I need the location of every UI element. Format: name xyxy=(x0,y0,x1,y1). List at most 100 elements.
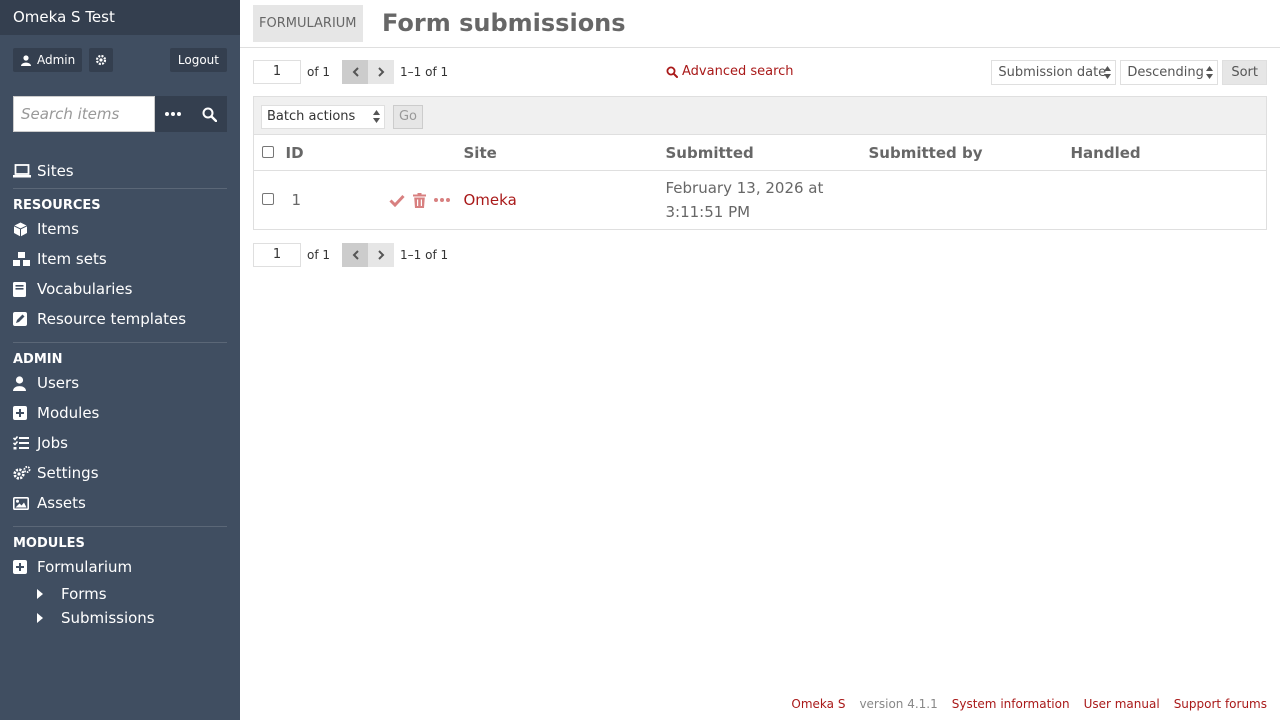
select-arrows-icon xyxy=(373,110,380,123)
column-submitted-by: Submitted by xyxy=(868,134,1071,171)
row-submitted-by xyxy=(869,171,1071,230)
nav-items[interactable]: Items xyxy=(13,214,227,244)
row-handled xyxy=(1071,171,1267,230)
nav-vocabularies-label: Vocabularies xyxy=(37,280,133,298)
page-total: of 1 xyxy=(307,65,331,79)
nav-formularium[interactable]: Formularium xyxy=(13,552,227,582)
main-navigation: Sites Resources Items Item sets Vocabula… xyxy=(13,156,227,630)
row-site-link[interactable]: Omeka xyxy=(464,191,517,209)
logout-button[interactable]: Logout xyxy=(169,48,227,72)
gear-icon xyxy=(95,54,107,66)
nav-assets[interactable]: Assets xyxy=(13,488,227,518)
batch-go-button[interactable]: Go xyxy=(393,105,423,129)
nav-resource-templates-label: Resource templates xyxy=(37,310,187,328)
column-id: ID xyxy=(285,134,464,171)
cogs-icon xyxy=(13,465,31,480)
row-submitted-time: 3:11:51 PM xyxy=(665,203,751,221)
select-all-checkbox[interactable] xyxy=(262,145,274,158)
footer-support-forums-link[interactable]: Support forums xyxy=(1174,697,1267,711)
ellipsis-icon xyxy=(165,112,181,116)
chevron-right-icon xyxy=(377,250,384,260)
nav-resource-templates[interactable]: Resource templates xyxy=(13,304,227,334)
nav-sites-label: Sites xyxy=(37,162,74,180)
footer-system-info-link[interactable]: System information xyxy=(952,697,1070,711)
nav-heading-admin: Admin xyxy=(13,342,227,368)
nav-heading-modules: Modules xyxy=(13,526,227,552)
sort-controls: Submission date Descending Sort xyxy=(991,60,1267,85)
caret-right-icon xyxy=(37,613,43,623)
previous-page-button[interactable] xyxy=(342,60,369,84)
main-content: FORMULARIUM Form submissions 1 of 1 1–1 … xyxy=(240,0,1280,720)
result-range: 1–1 of 1 xyxy=(400,248,449,262)
nav-users[interactable]: Users xyxy=(13,368,227,398)
nav-submissions[interactable]: Submissions xyxy=(13,606,227,630)
page-title: Form submissions xyxy=(382,9,626,37)
nav-assets-label: Assets xyxy=(37,494,86,512)
plus-square-icon xyxy=(13,560,27,574)
table-header-row: ID Site Submitted Submitted by Handled xyxy=(253,134,1267,171)
page-number-input[interactable]: 1 xyxy=(253,60,301,84)
nav-forms-label: Forms xyxy=(61,585,107,603)
search-options-button[interactable] xyxy=(155,96,191,132)
footer-brand-link[interactable]: Omeka S xyxy=(791,697,845,711)
next-page-button[interactable] xyxy=(368,60,395,84)
result-range: 1–1 of 1 xyxy=(400,65,449,79)
nav-formularium-label: Formularium xyxy=(37,558,133,576)
check-icon[interactable] xyxy=(388,194,405,207)
sort-by-value: Submission date xyxy=(998,65,1107,80)
pagination-top: 1 of 1 1–1 of 1 xyxy=(253,60,448,84)
nav-forms[interactable]: Forms xyxy=(13,582,227,606)
module-badge: FORMULARIUM xyxy=(253,5,363,42)
search-submit-button[interactable] xyxy=(191,96,227,132)
nav-submissions-label: Submissions xyxy=(61,609,155,627)
row-submitted-date: February 13, 2026 at xyxy=(665,179,824,197)
image-icon xyxy=(13,496,29,510)
chevron-left-icon xyxy=(352,67,359,77)
user-button[interactable]: Admin xyxy=(13,48,83,72)
batch-actions-select[interactable]: Batch actions xyxy=(261,105,385,129)
search-input[interactable] xyxy=(13,96,155,132)
nav-settings[interactable]: Settings xyxy=(13,458,227,488)
sort-order-select[interactable]: Descending xyxy=(1120,60,1219,85)
column-handled: Handled xyxy=(1070,134,1267,171)
advanced-search-link[interactable]: Advanced search xyxy=(666,64,794,79)
advanced-search-label: Advanced search xyxy=(682,64,794,79)
nav-modules[interactable]: Modules xyxy=(13,398,227,428)
user-settings-button[interactable] xyxy=(89,48,113,72)
trash-icon[interactable] xyxy=(412,192,426,208)
user-icon xyxy=(13,375,26,391)
column-site: Site xyxy=(463,134,666,171)
ellipsis-icon[interactable] xyxy=(433,198,450,202)
next-page-button[interactable] xyxy=(368,243,395,267)
nav-vocabularies[interactable]: Vocabularies xyxy=(13,274,227,304)
tasks-icon xyxy=(13,436,29,450)
nav-jobs-label: Jobs xyxy=(37,434,68,452)
pagination-bottom: 1 of 1 1–1 of 1 xyxy=(253,243,448,267)
previous-page-button[interactable] xyxy=(342,243,369,267)
sidebar: Omeka S Test Admin Logout Sites Resource… xyxy=(0,0,240,720)
submissions-table: ID Site Submitted Submitted by Handled 1 xyxy=(253,134,1267,230)
nav-settings-label: Settings xyxy=(37,464,99,482)
nav-sites[interactable]: Sites xyxy=(13,156,227,186)
site-title-link[interactable]: Omeka S Test xyxy=(0,0,240,35)
user-icon xyxy=(21,54,31,66)
page-total: of 1 xyxy=(307,248,331,262)
column-submitted: Submitted xyxy=(665,134,869,171)
nav-jobs[interactable]: Jobs xyxy=(13,428,227,458)
row-checkbox[interactable] xyxy=(262,193,274,205)
cubes-icon xyxy=(13,251,30,266)
sort-button[interactable]: Sort xyxy=(1222,60,1267,85)
sort-by-select[interactable]: Submission date xyxy=(991,60,1117,85)
nav-modules-label: Modules xyxy=(37,404,100,422)
page-number-input[interactable]: 1 xyxy=(253,243,301,267)
edit-icon xyxy=(13,312,27,326)
sort-order-value: Descending xyxy=(1127,65,1204,80)
nav-item-sets[interactable]: Item sets xyxy=(13,244,227,274)
user-bar: Admin Logout xyxy=(13,48,227,72)
book-icon xyxy=(13,281,26,297)
batch-actions-value: Batch actions xyxy=(267,109,356,124)
search-icon xyxy=(666,66,678,78)
batch-actions-bar: Batch actions Go xyxy=(253,96,1267,135)
footer-user-manual-link[interactable]: User manual xyxy=(1084,697,1160,711)
nav-heading-resources: Resources xyxy=(13,188,227,214)
